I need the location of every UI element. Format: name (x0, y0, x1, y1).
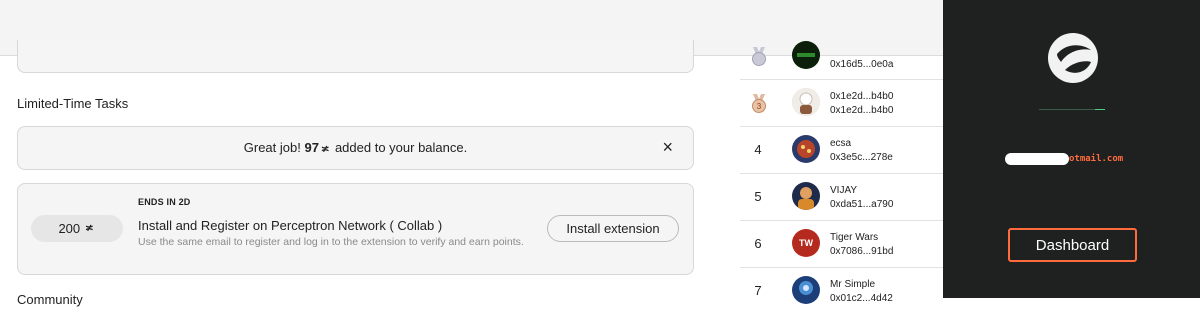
avatar (792, 182, 820, 210)
leaderboard-row[interactable]: 3 0x1e2d...b4b0 0x1e2d...b4b0 (740, 80, 945, 127)
success-toast: Great job! 97 ≭ added to your balance. × (17, 126, 694, 170)
task-deadline: ENDS IN 2D (138, 197, 191, 207)
divider (1039, 109, 1105, 110)
bronze-medal-icon (752, 47, 766, 66)
leaderboard-row[interactable]: 5 VIJAY 0xda51...a790 (740, 174, 945, 221)
avatar: TW (792, 229, 820, 257)
toast-message: Great job! 97 ≭ added to your balance. (18, 140, 693, 155)
install-extension-button[interactable]: Install extension (547, 215, 679, 242)
user-name: 0x1e2d...b4b0 (830, 91, 894, 102)
perceptron-logo-icon (1048, 33, 1098, 83)
reward-badge: 200 ≭ (31, 215, 123, 242)
rank-number: 6 (754, 236, 762, 251)
user-address: 0x3e5c...278e (830, 152, 893, 163)
rank-number: 4 (754, 142, 762, 157)
avatar (792, 41, 820, 69)
leaderboard-row[interactable]: 0x16d5...0e0a (740, 33, 945, 80)
email-text: otmail.com (1069, 154, 1124, 164)
rank-number: 7 (754, 283, 762, 298)
avatar (792, 276, 820, 304)
coin-icon: ≭ (85, 223, 94, 234)
email-redaction (1005, 153, 1069, 165)
user-name: Tiger Wars (830, 232, 879, 243)
user-address: 0x01c2...4d42 (830, 293, 893, 304)
toast-prefix: Great job! (243, 140, 301, 155)
extension-panel: otmail.com Dashboard (943, 0, 1200, 298)
leaderboard-row[interactable]: 4 ecsa 0x3e5c...278e (740, 127, 945, 174)
toast-amount: 97 (304, 140, 319, 155)
task-description: Use the same email to register and log i… (138, 236, 524, 248)
dashboard-button[interactable]: Dashboard (1008, 228, 1137, 262)
medal-rank: 3 (757, 102, 762, 111)
bronze-medal-icon: 3 (752, 94, 766, 113)
leaderboard-row[interactable]: 7 Mr Simple 0x01c2...4d42 (740, 268, 945, 315)
user-email: otmail.com (1005, 152, 1123, 166)
user-name: Mr Simple (830, 279, 876, 290)
user-name: ecsa (830, 138, 852, 149)
section-title-next: Community (17, 292, 83, 307)
section-title: Limited-Time Tasks (17, 96, 129, 111)
user-address: 0xda51...a790 (830, 199, 894, 210)
toast-suffix: added to your balance. (334, 140, 468, 155)
avatar (792, 88, 820, 116)
user-address: 0x16d5...0e0a (830, 59, 894, 70)
leaderboard-list: 0x16d5...0e0a 3 0x1e2d...b4b0 0x1e2d...b… (740, 33, 945, 315)
user-address: 0x7086...91bd (830, 246, 894, 257)
avatar (792, 135, 820, 163)
task-card: ENDS IN 2D 200 ≭ Install and Register on… (17, 183, 694, 275)
close-icon[interactable]: × (662, 138, 673, 156)
coin-icon: ≭ (320, 144, 330, 155)
previous-task-card (17, 40, 694, 73)
svg-text:TW: TW (799, 238, 813, 248)
user-address: 0x1e2d...b4b0 (830, 105, 894, 116)
rank-number: 5 (754, 189, 762, 204)
leaderboard-row[interactable]: 6 TW Tiger Wars 0x7086...91bd (740, 221, 945, 268)
task-title: Install and Register on Perceptron Netwo… (138, 218, 443, 233)
reward-amount: 200 (58, 221, 81, 236)
user-name: VIJAY (830, 185, 858, 196)
